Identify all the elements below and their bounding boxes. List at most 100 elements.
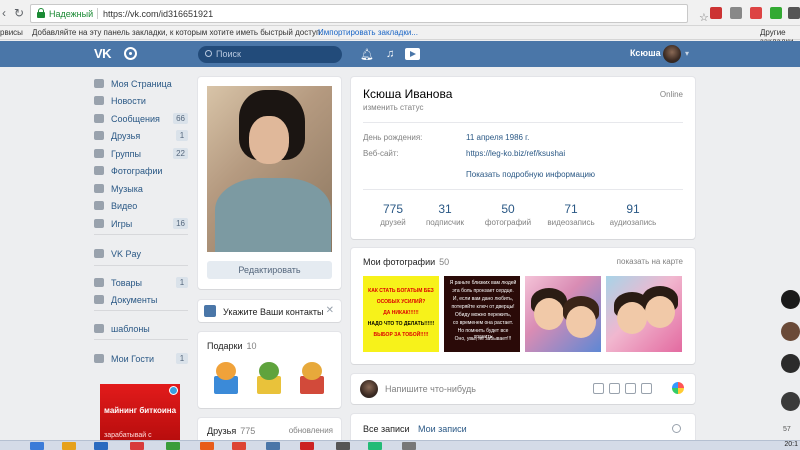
taskbar-app-icon[interactable]	[336, 442, 350, 450]
gift-item[interactable]	[251, 360, 287, 396]
back-icon[interactable]: ‹	[2, 7, 6, 19]
home-icon	[94, 79, 104, 88]
gift-item[interactable]	[208, 360, 244, 396]
extension-icon-1[interactable]	[710, 7, 722, 19]
photo-thumbnail[interactable]	[525, 276, 601, 352]
post-input[interactable]: Напишите что-нибудь	[385, 384, 476, 394]
taskbar-app-icon[interactable]	[300, 442, 314, 450]
website-link[interactable]: https://leg-ko.biz/ref/ksushai	[466, 149, 565, 158]
bell-icon[interactable]: 🔔︎	[360, 48, 374, 61]
extension-icon-4[interactable]	[770, 7, 782, 19]
music-note-icon[interactable]: ♫	[386, 48, 394, 60]
birthday-value[interactable]: 11 апреля 1986 г.	[466, 133, 529, 142]
stat-label: фотографий	[484, 218, 532, 227]
menu-item-9[interactable]: VK Pay	[90, 246, 190, 262]
music-icon	[94, 184, 104, 193]
video-icon	[94, 201, 104, 210]
side-avatar[interactable]	[781, 290, 800, 309]
color-palette-icon[interactable]	[672, 382, 684, 394]
taskbar-app-icon[interactable]	[200, 442, 214, 450]
groups-icon	[94, 149, 104, 158]
header-user-name[interactable]: Ксюша	[630, 48, 661, 58]
video-icon[interactable]	[609, 383, 620, 394]
taskbar-app-icon[interactable]	[130, 442, 144, 450]
contacts-prompt[interactable]: Укажите Ваши контакты ✕	[198, 300, 341, 322]
ad-banner[interactable]: майнинг биткоина зарабатывай с легкостью	[100, 384, 180, 446]
search-input[interactable]: Поиск	[198, 46, 342, 63]
extension-icon-2[interactable]	[730, 7, 742, 19]
menu-item-12[interactable]: шаблоны	[90, 321, 190, 337]
taskbar-app-icon[interactable]	[94, 442, 108, 450]
friends-title[interactable]: Друзья 775	[207, 426, 255, 436]
menu-item-label: Фотографии	[111, 166, 163, 176]
side-avatar[interactable]	[781, 322, 800, 341]
menu-item-5[interactable]: Фотографии	[90, 163, 190, 179]
menu-item-10[interactable]: Товары 1	[90, 275, 190, 291]
bookmark-star-icon[interactable]: ☆	[699, 11, 709, 24]
header-avatar[interactable]	[663, 45, 681, 63]
gift-item[interactable]	[294, 360, 330, 396]
play-icon[interactable]	[405, 48, 420, 60]
guests-icon	[94, 354, 104, 363]
gifts-title[interactable]: Подарки 10	[207, 341, 257, 351]
vk-logo[interactable]: VK	[94, 46, 112, 61]
taskbar-app-icon[interactable]	[62, 442, 76, 450]
taskbar-app-icon[interactable]	[166, 442, 180, 450]
ad-title: майнинг биткоина	[104, 406, 177, 415]
profile-photo[interactable]	[207, 86, 332, 252]
profile-stat[interactable]: 91 аудиозапись	[603, 202, 663, 227]
menu-item-3[interactable]: Друзья 1	[90, 128, 190, 144]
photo-caption-line: НАДО ЧТО ТО ДЕЛАТЬ!!!!!!	[367, 321, 435, 327]
address-bar[interactable]: Надежный https://vk.com/id316651921 ☆	[30, 4, 709, 24]
tab-all-posts[interactable]: Все записи	[363, 424, 410, 434]
taskbar-app-icon[interactable]	[402, 442, 416, 450]
taskbar-app-icon[interactable]	[232, 442, 246, 450]
menu-item-4[interactable]: Группы 22	[90, 146, 190, 162]
contacts-label[interactable]: Укажите Ваши контакты	[223, 307, 323, 317]
friends-updates-link[interactable]: обновления	[289, 426, 333, 435]
menu-item-2[interactable]: Сообщения 66	[90, 111, 190, 127]
profile-name: Ксюша Иванова	[363, 87, 453, 101]
photo-thumbnail[interactable]: КАК СТАТЬ БОГАТЫМ БЕЗ ОСОБЫХ УСИЛИЙ? ДА НИ…	[363, 276, 439, 352]
extension-icon-3[interactable]	[750, 7, 762, 19]
menu-item-13[interactable]: Мои Гости 1	[90, 351, 190, 367]
photos-title[interactable]: Мои фотографии 50	[363, 257, 449, 267]
close-icon[interactable]: ✕	[326, 305, 334, 316]
show-on-map-link[interactable]: показать на карте	[617, 257, 683, 266]
search-icon[interactable]	[672, 424, 681, 433]
bookmarks-hint: Добавляйте на эту панель закладки, к кот…	[32, 28, 323, 37]
tab-my-posts[interactable]: Мои записи	[418, 424, 467, 434]
chevron-down-icon[interactable]: ▾	[685, 49, 689, 58]
menu-item-7[interactable]: Видео	[90, 198, 190, 214]
profile-stat[interactable]: 50 фотографий	[478, 202, 538, 227]
apps-link[interactable]: рвисы	[0, 28, 23, 37]
change-status-link[interactable]: изменить статус	[363, 103, 424, 112]
side-avatar[interactable]	[781, 354, 800, 373]
url-text[interactable]: https://vk.com/id316651921	[103, 9, 213, 19]
taskbar-app-icon[interactable]	[266, 442, 280, 450]
menu-item-6[interactable]: Музыка	[90, 181, 190, 197]
edit-profile-button[interactable]: Редактировать	[207, 261, 332, 279]
menu-item-label: Сообщения	[111, 114, 160, 124]
menu-item-label: Группы	[111, 149, 141, 159]
profile-stat[interactable]: 71 видеозапись	[541, 202, 601, 227]
reload-icon[interactable]: ↻	[14, 7, 24, 19]
side-avatar[interactable]	[781, 392, 800, 411]
profile-stat[interactable]: 775 друзей	[363, 202, 423, 227]
import-bookmarks-link[interactable]: Импортировать закладки...	[318, 28, 418, 37]
photo-thumbnail[interactable]: Я раньте близких вам людей эта боль пронз…	[444, 276, 520, 352]
menu-item-11[interactable]: Документы	[90, 292, 190, 308]
music-note-icon[interactable]	[625, 383, 636, 394]
games-icon[interactable]	[124, 47, 137, 60]
extension-icon-5[interactable]	[788, 7, 800, 19]
menu-item-1[interactable]: Новости	[90, 93, 190, 109]
menu-item-8[interactable]: Игры 16	[90, 216, 190, 232]
camera-icon[interactable]	[593, 383, 604, 394]
taskbar-app-icon[interactable]	[30, 442, 44, 450]
menu-item-0[interactable]: Моя Страница	[90, 76, 190, 92]
profile-stat[interactable]: 31 подписчик	[415, 202, 475, 227]
show-details-link[interactable]: Показать подробную информацию	[466, 170, 595, 179]
text-format-icon[interactable]	[641, 383, 652, 394]
photo-thumbnail[interactable]	[606, 276, 682, 352]
taskbar-app-icon[interactable]	[368, 442, 382, 450]
